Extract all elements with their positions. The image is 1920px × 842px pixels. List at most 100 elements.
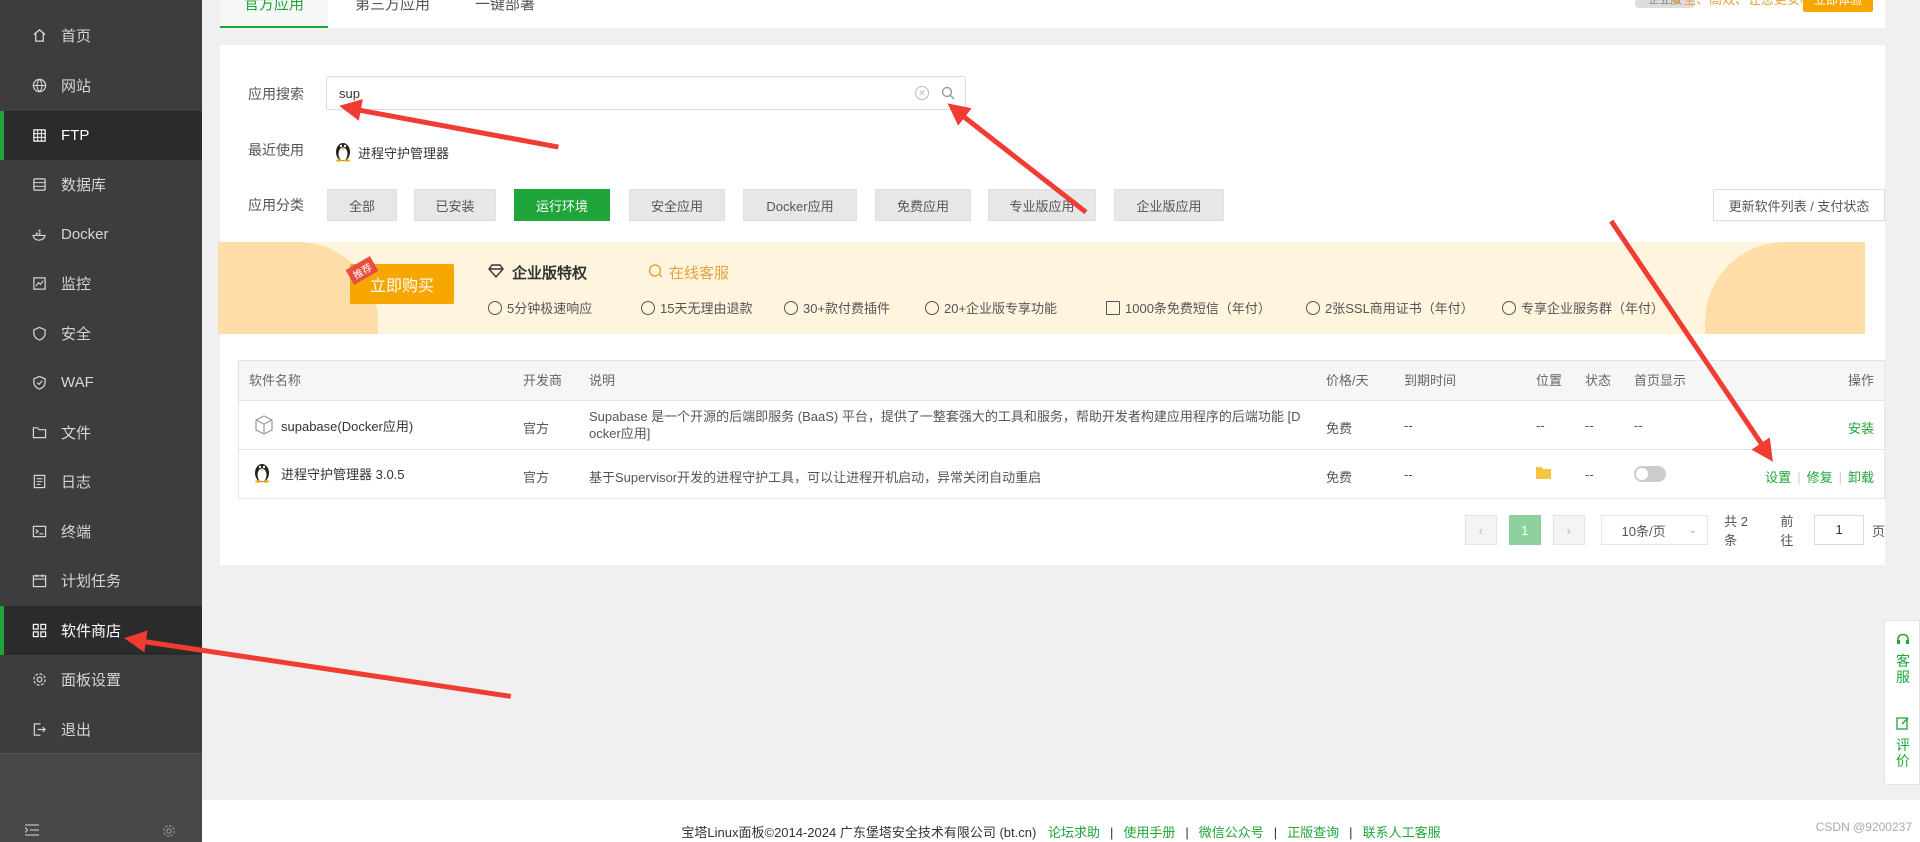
prev-page-button[interactable]: ‹: [1465, 515, 1497, 545]
col-actions: 操作: [1847, 373, 1874, 388]
sidebar-item-home[interactable]: 首页: [0, 11, 202, 60]
footer-link-genuine[interactable]: 正版查询: [1287, 825, 1339, 840]
app-name: supabase(Docker应用): [281, 419, 414, 434]
category-security-apps[interactable]: 安全应用: [629, 189, 725, 221]
folder-icon[interactable]: [1536, 466, 1551, 482]
app-vendor: 官方: [523, 421, 550, 436]
feature-label: 15天无理由退款: [660, 301, 753, 316]
table-header: 软件名称 开发商 说明 价格/天 到期时间 位置 状态 首页显示 操作: [239, 361, 1884, 401]
gear-icon: [32, 672, 47, 687]
sidebar-item-label: 安全: [61, 326, 92, 343]
tab-third-party-apps[interactable]: 第三方应用: [355, 0, 430, 28]
sidebar-item-label: 计划任务: [61, 573, 122, 590]
sidebar-item-panel-settings[interactable]: 面板设置: [0, 655, 202, 704]
repair-button[interactable]: 修复: [1807, 470, 1833, 485]
col-vendor: 开发商: [523, 373, 563, 388]
home-display-toggle[interactable]: [1634, 466, 1666, 485]
app-status: --: [1585, 467, 1594, 482]
ftp-icon: [32, 128, 47, 143]
banner-decoration-right: [1705, 242, 1865, 334]
search-box: ✕: [326, 76, 966, 110]
feature-item: 20+企业版专享功能: [925, 298, 1057, 317]
database-icon: [32, 177, 47, 192]
recent-app-supervisor[interactable]: 进程守护管理器: [334, 140, 449, 165]
sidebar-item-terminal[interactable]: 终端: [0, 507, 202, 556]
sidebar-item-label: 终端: [61, 524, 92, 541]
customer-service-button[interactable]: 客服: [1895, 653, 1911, 685]
settings-gear-icon[interactable]: [162, 824, 176, 841]
category-free-apps[interactable]: 免费应用: [875, 189, 971, 221]
footer-link-support[interactable]: 联系人工客服: [1363, 825, 1441, 840]
enterprise-privilege-label: 企业版特权: [512, 265, 588, 282]
sidebar-item-label: 数据库: [61, 177, 107, 194]
goto-page-input[interactable]: 1: [1814, 515, 1864, 545]
update-software-list-button[interactable]: 更新软件列表 / 支付状态: [1713, 189, 1885, 221]
collapse-menu-icon[interactable]: [24, 824, 39, 839]
lightning-icon: [488, 300, 502, 315]
col-desc: 说明: [589, 373, 616, 388]
tab-one-click-deploy[interactable]: 一键部署: [475, 0, 535, 28]
category-docker-apps[interactable]: Docker应用: [743, 189, 857, 221]
footer-link-wechat[interactable]: 微信公众号: [1199, 825, 1264, 840]
footer: 宝塔Linux面板©2014-2024 广东堡塔安全技术有限公司 (bt.cn)…: [202, 800, 1920, 842]
pagination: ‹ 1 › 10条/页 ⌄ 共 2 条 前往 1 页: [1465, 514, 1886, 548]
category-installed[interactable]: 已安装: [414, 189, 496, 221]
sidebar-item-waf[interactable]: WAF: [0, 358, 202, 407]
try-now-button[interactable]: 立即体验: [1803, 0, 1873, 12]
desc-line: Supabase 是一个开源的后端即服务 (BaaS) 平台，提供了一整套强大的…: [589, 409, 1301, 424]
table-row: supabase(Docker应用) 官方 Supabase 是一个开源的后端即…: [239, 401, 1884, 450]
sidebar-item-logs[interactable]: 日志: [0, 457, 202, 506]
enterprise-banner: 推荐 立即购买 企业版特权 在线客服 5分钟极速响应 15天无理由退款 30+款…: [218, 242, 1865, 334]
tab-official-apps[interactable]: 官方应用: [220, 0, 328, 28]
edit-icon: [1895, 716, 1911, 733]
feature-label: 5分钟极速响应: [507, 301, 593, 316]
feature-label: 20+企业版专享功能: [944, 301, 1058, 316]
search-input[interactable]: [327, 77, 887, 109]
recent-app-label: 进程守护管理器: [358, 146, 450, 161]
category-runtime[interactable]: 运行环境: [514, 189, 610, 221]
sidebar-item-docker[interactable]: Docker: [0, 210, 202, 259]
page-unit: 页: [1872, 523, 1886, 539]
sidebar-item-database[interactable]: 数据库: [0, 160, 202, 209]
sidebar-item-monitor[interactable]: 监控: [0, 259, 202, 308]
sidebar-item-ftp[interactable]: FTP: [0, 111, 202, 160]
search-label: 应用搜索: [248, 86, 304, 102]
feature-item: 1000条免费短信（年付）: [1106, 298, 1271, 317]
col-name: 软件名称: [249, 373, 302, 388]
footer-link-forum[interactable]: 论坛求助: [1048, 825, 1100, 840]
sidebar-item-security[interactable]: 安全: [0, 309, 202, 358]
sidebar-item-label: 监控: [61, 276, 92, 293]
sidebar-item-label: 软件商店: [61, 623, 122, 640]
footer-link-manual[interactable]: 使用手册: [1123, 825, 1175, 840]
sidebar-item-label: Docker: [61, 226, 109, 243]
col-location: 位置: [1536, 373, 1563, 388]
sidebar-item-files[interactable]: 文件: [0, 408, 202, 457]
sidebar-item-logout[interactable]: 退出: [0, 705, 202, 754]
settings-button[interactable]: 设置: [1765, 470, 1791, 485]
page-size-select[interactable]: 10条/页 ⌄: [1600, 515, 1709, 545]
grid-icon: [32, 623, 47, 638]
terminal-icon: [32, 524, 47, 539]
review-button[interactable]: 评价: [1895, 737, 1911, 769]
sidebar-item-label: 网站: [61, 78, 92, 95]
app-store-card: 应用搜索 ✕ 最近使用 进程守护管理器 应用分类 全部 已安装 运行环境 安全应…: [218, 45, 1886, 565]
category-enterprise-apps[interactable]: 企业版应用: [1114, 189, 1224, 221]
category-all[interactable]: 全部: [327, 189, 397, 221]
sidebar-item-cron[interactable]: 计划任务: [0, 556, 202, 605]
feature-label: 1000条免费短信（年付）: [1125, 301, 1271, 316]
online-service-link[interactable]: 在线客服: [648, 262, 729, 283]
app-name: 进程守护管理器 3.0.5: [281, 467, 405, 482]
page-1-button[interactable]: 1: [1508, 515, 1541, 545]
install-button[interactable]: 安装: [1848, 418, 1874, 437]
buy-now-button[interactable]: 推荐 立即购买: [345, 256, 454, 304]
tab-bar: 官方应用 第三方应用 一键部署 企业版 安全、高效、让您更安心 立即体验: [220, 0, 1885, 28]
row-actions: 设置 | 修复 | 卸载: [1765, 470, 1874, 485]
clear-icon[interactable]: ✕: [915, 86, 929, 100]
sidebar-item-website[interactable]: 网站: [0, 61, 202, 110]
online-service-label: 在线客服: [669, 265, 730, 282]
next-page-button[interactable]: ›: [1552, 515, 1585, 545]
mail-icon: [1106, 300, 1120, 315]
home-icon: [32, 28, 47, 43]
app-location: --: [1536, 418, 1545, 433]
uninstall-button[interactable]: 卸载: [1848, 470, 1874, 485]
